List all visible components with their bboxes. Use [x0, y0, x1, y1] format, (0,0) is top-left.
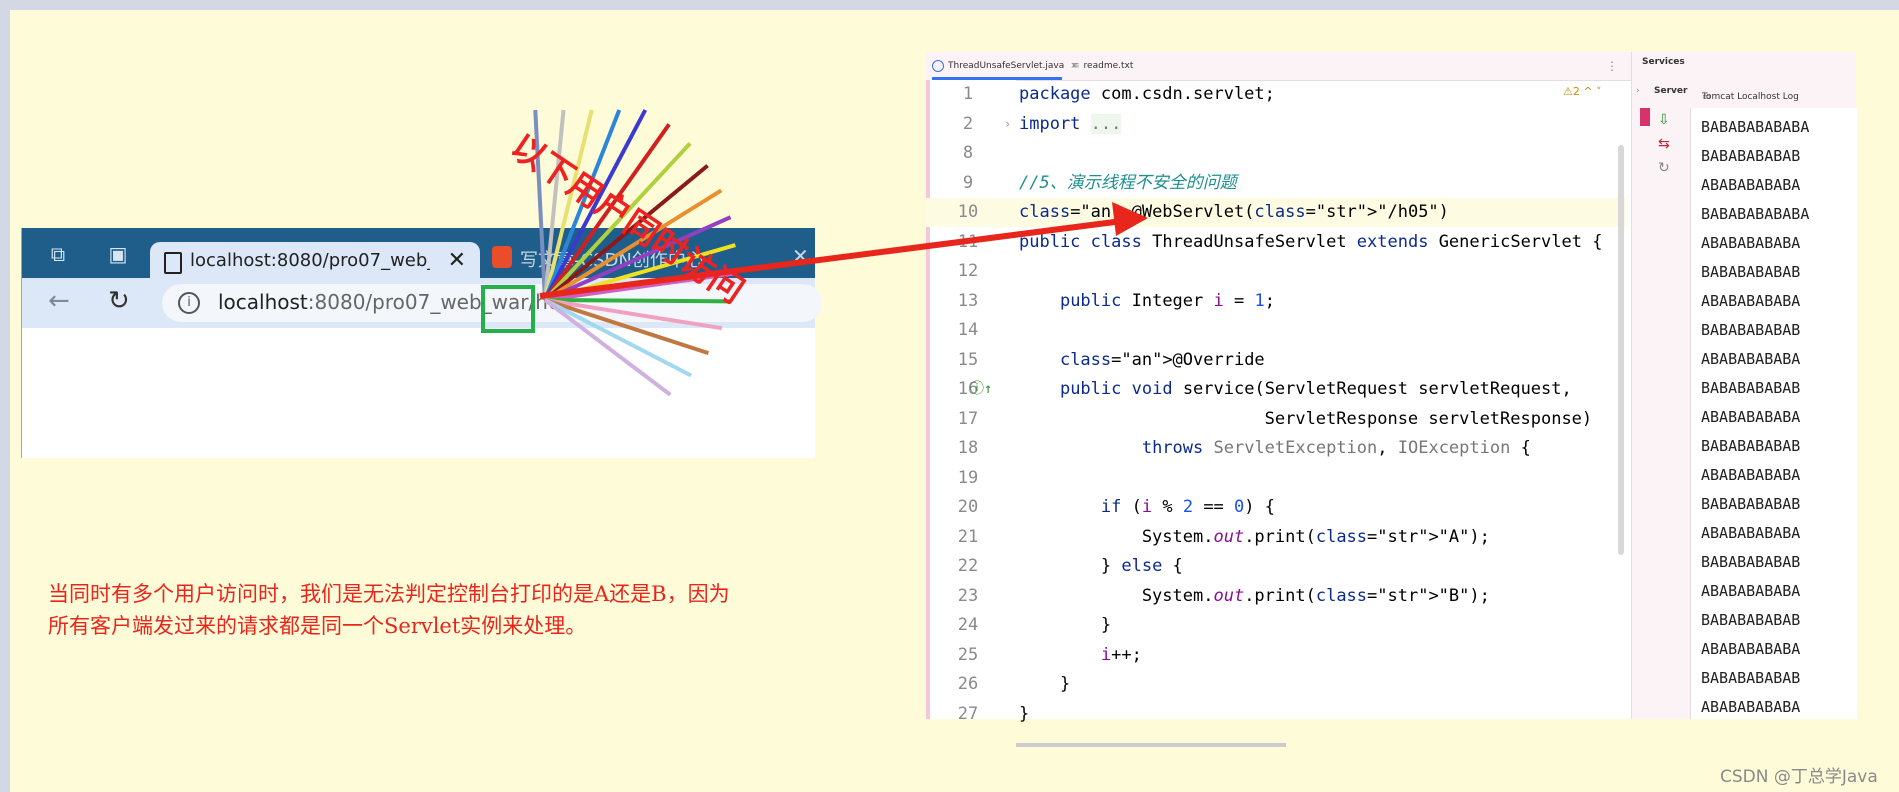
user-arrow: [544, 298, 710, 356]
user-arrow: [544, 298, 731, 304]
arrows-overlay: [533, 109, 1148, 397]
caption-text: 当同时有多个用户访问时，我们是无法判定控制台打印的是A还是B，因为 所有客户端发…: [48, 578, 918, 642]
caption-line-1: 当同时有多个用户访问时，我们是无法判定控制台打印的是A还是B，因为: [48, 582, 730, 606]
user-arrow: [543, 298, 672, 397]
big-red-arrowhead: [1112, 202, 1148, 236]
caption-line-2: 所有客户端发过来的请求都是同一个Servlet实例来处理。: [48, 614, 587, 638]
watermark: CSDN @丁总学Java: [1720, 767, 1878, 787]
